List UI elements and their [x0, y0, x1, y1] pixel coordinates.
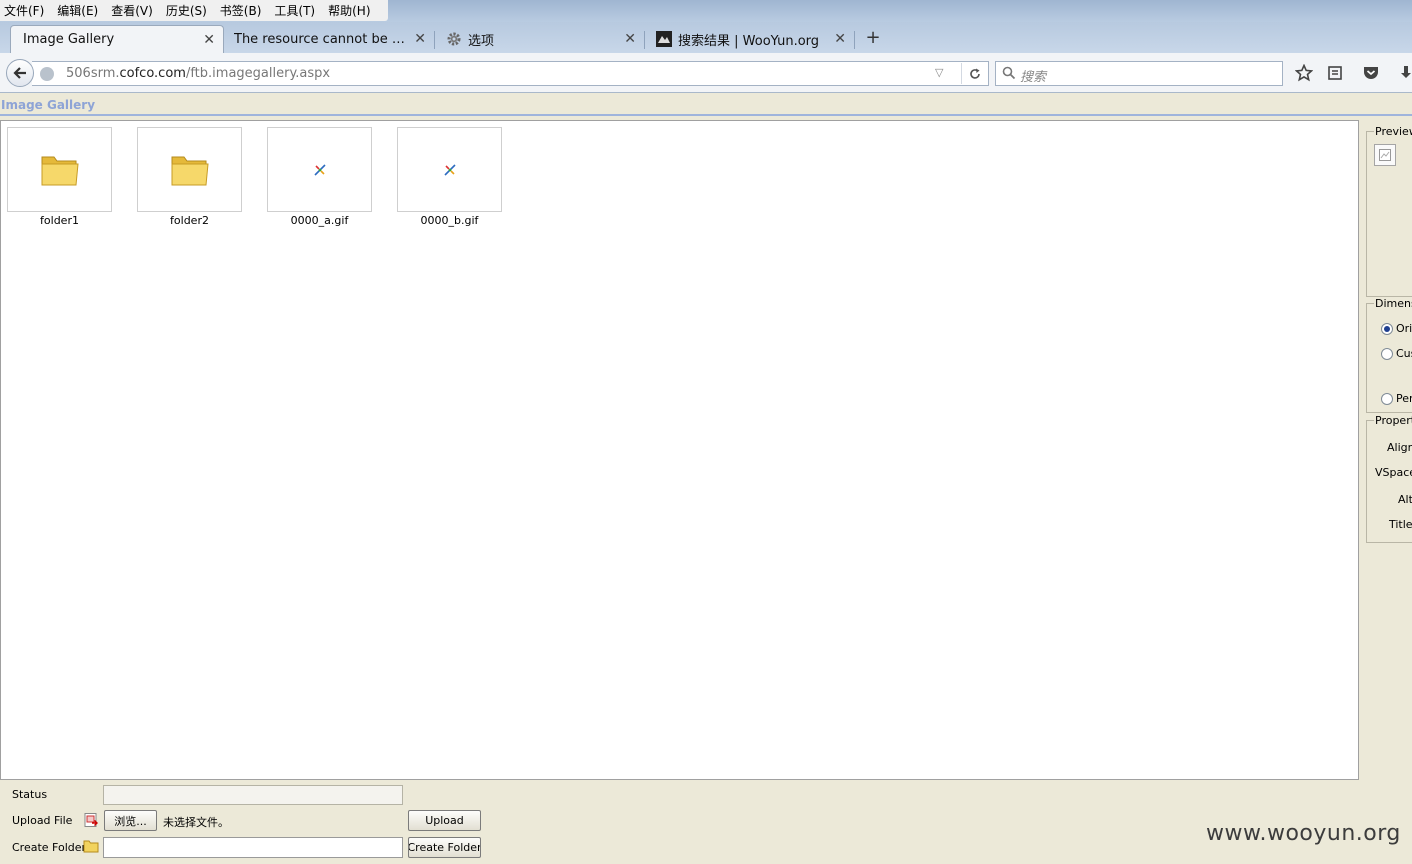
- prop-align-label: Align: [1387, 441, 1412, 454]
- title-divider: [0, 114, 1412, 116]
- bookmark-star-icon[interactable]: [1294, 63, 1314, 83]
- dimensions-fieldset: Dimensio Orig Cus Per: [1366, 297, 1412, 413]
- gallery-area: folder1 folder2 0000_a.gif 0000_b.gif: [0, 120, 1359, 780]
- create-folder-input[interactable]: [103, 837, 403, 858]
- item-name: 0000_b.gif: [420, 214, 479, 227]
- url-text[interactable]: 506srm.cofco.com/ftb.imagegallery.aspx: [66, 66, 330, 81]
- status-label: Status: [12, 788, 48, 801]
- page-content: Image Gallery folder1 folder2 0000_a.gif…: [0, 94, 1412, 864]
- item-name: folder2: [170, 214, 209, 227]
- item-name: folder1: [40, 214, 79, 227]
- search-placeholder: 搜索: [1020, 70, 1047, 85]
- gallery-item-folder2[interactable]: folder2: [137, 127, 242, 227]
- image-thumbnail[interactable]: [397, 127, 502, 212]
- preview-legend: Preview: [1374, 125, 1412, 138]
- create-folder-label: Create Folder: [12, 841, 87, 854]
- radio-custom-button[interactable]: [1381, 347, 1393, 360]
- menu-edit[interactable]: 编辑(E): [57, 2, 98, 19]
- back-button[interactable]: [6, 59, 34, 87]
- menu-file[interactable]: 文件(F): [4, 2, 44, 19]
- radio-percent-button[interactable]: [1381, 392, 1393, 405]
- tab-label: The resource cannot be fou...: [234, 31, 406, 47]
- tab-strip: Image Gallery ✕ The resource cannot be f…: [0, 22, 1412, 53]
- folder-icon: [171, 156, 209, 185]
- tab-options[interactable]: 选项 ✕: [434, 25, 645, 53]
- tab-label: 搜索结果 | WooYun.org: [678, 33, 820, 49]
- page-title: Image Gallery: [1, 98, 96, 112]
- menu-help[interactable]: 帮助(H): [328, 2, 370, 19]
- properties-fieldset: Properti Align VSpace Alt Title: [1366, 414, 1412, 543]
- prop-vspace-label: VSpace: [1375, 466, 1412, 479]
- radio-original-button[interactable]: [1381, 322, 1393, 335]
- item-name: 0000_a.gif: [290, 214, 349, 227]
- menu-bar: 文件(F) 编辑(E) 查看(V) 历史(S) 书签(B) 工具(T) 帮助(H…: [0, 0, 1412, 22]
- nav-bar: 506srm.cofco.com/ftb.imagegallery.aspx ▽…: [0, 53, 1412, 93]
- menu-history[interactable]: 历史(S): [166, 2, 207, 19]
- tab-resource-error[interactable]: The resource cannot be fou... ✕: [222, 25, 435, 53]
- watermark: www.wooyun.org: [1206, 821, 1401, 846]
- broken-image-icon: [443, 163, 456, 176]
- search-icon: [1002, 66, 1016, 83]
- new-tab-button[interactable]: +: [864, 27, 882, 48]
- tab-close-icon[interactable]: ✕: [414, 31, 426, 47]
- tab-label: 选项: [468, 33, 495, 49]
- tab-label: Image Gallery: [23, 32, 115, 47]
- pocket-icon[interactable]: [1361, 63, 1381, 83]
- download-icon[interactable]: [1396, 63, 1412, 83]
- gallery-item-folder1[interactable]: folder1: [7, 127, 112, 227]
- upload-file-label: Upload File: [12, 814, 73, 827]
- tab-wooyun-search[interactable]: 搜索结果 | WooYun.org ✕: [644, 25, 855, 53]
- browse-button[interactable]: 浏览...: [104, 810, 157, 831]
- folder-thumbnail[interactable]: [7, 127, 112, 212]
- menu-tools[interactable]: 工具(T): [274, 2, 315, 19]
- menu-view[interactable]: 查看(V): [111, 2, 153, 19]
- status-field: [103, 785, 403, 805]
- upload-button[interactable]: Upload: [408, 810, 481, 831]
- radio-original[interactable]: Orig: [1381, 322, 1412, 335]
- tab-close-icon[interactable]: ✕: [834, 31, 846, 47]
- radio-percent[interactable]: Per: [1381, 392, 1412, 405]
- tab-close-icon[interactable]: ✕: [203, 32, 215, 48]
- preview-fieldset: Preview: [1366, 125, 1412, 297]
- broken-image-icon: [313, 163, 326, 176]
- dimensions-legend: Dimensio: [1374, 297, 1412, 310]
- reading-list-icon[interactable]: [1325, 63, 1345, 83]
- create-folder-icon: [83, 839, 99, 856]
- radio-custom[interactable]: Cus: [1381, 347, 1412, 360]
- folder-thumbnail[interactable]: [137, 127, 242, 212]
- reload-icon[interactable]: [961, 63, 987, 84]
- menu-bookmarks[interactable]: 书签(B): [220, 2, 262, 19]
- preview-image-icon: [1374, 144, 1396, 166]
- url-dropdown-icon[interactable]: ▽: [935, 66, 943, 79]
- url-path: /ftb.imagegallery.aspx: [185, 66, 331, 81]
- gear-icon: [446, 31, 462, 47]
- wooyun-favicon-icon: [656, 31, 672, 47]
- properties-legend: Properti: [1374, 414, 1412, 427]
- prop-alt-label: Alt: [1398, 493, 1412, 506]
- menu-list: 文件(F) 编辑(E) 查看(V) 历史(S) 书签(B) 工具(T) 帮助(H…: [0, 0, 388, 21]
- url-bar[interactable]: 506srm.cofco.com/ftb.imagegallery.aspx ▽: [32, 61, 989, 86]
- radio-custom-label: Cus: [1396, 347, 1412, 360]
- tab-image-gallery[interactable]: Image Gallery ✕: [10, 25, 224, 53]
- url-domain: cofco.com: [119, 66, 186, 81]
- no-file-text: 未选择文件。: [163, 816, 229, 829]
- tab-separator: [854, 31, 855, 49]
- site-identity-icon[interactable]: [40, 67, 54, 81]
- upload-file-icon: [83, 812, 99, 831]
- prop-title-label: Title: [1389, 518, 1412, 531]
- search-bar[interactable]: 搜索: [995, 61, 1283, 86]
- create-folder-button[interactable]: Create Folder: [408, 837, 481, 858]
- image-thumbnail[interactable]: [267, 127, 372, 212]
- back-arrow-icon: [13, 67, 26, 79]
- gallery-item-0000-b[interactable]: 0000_b.gif: [397, 127, 502, 227]
- url-prefix: 506srm.: [66, 66, 120, 81]
- tab-close-icon[interactable]: ✕: [624, 31, 636, 47]
- folder-icon: [41, 156, 79, 185]
- gallery-item-0000-a[interactable]: 0000_a.gif: [267, 127, 372, 227]
- radio-original-label: Orig: [1396, 322, 1412, 335]
- radio-percent-label: Per: [1396, 392, 1412, 405]
